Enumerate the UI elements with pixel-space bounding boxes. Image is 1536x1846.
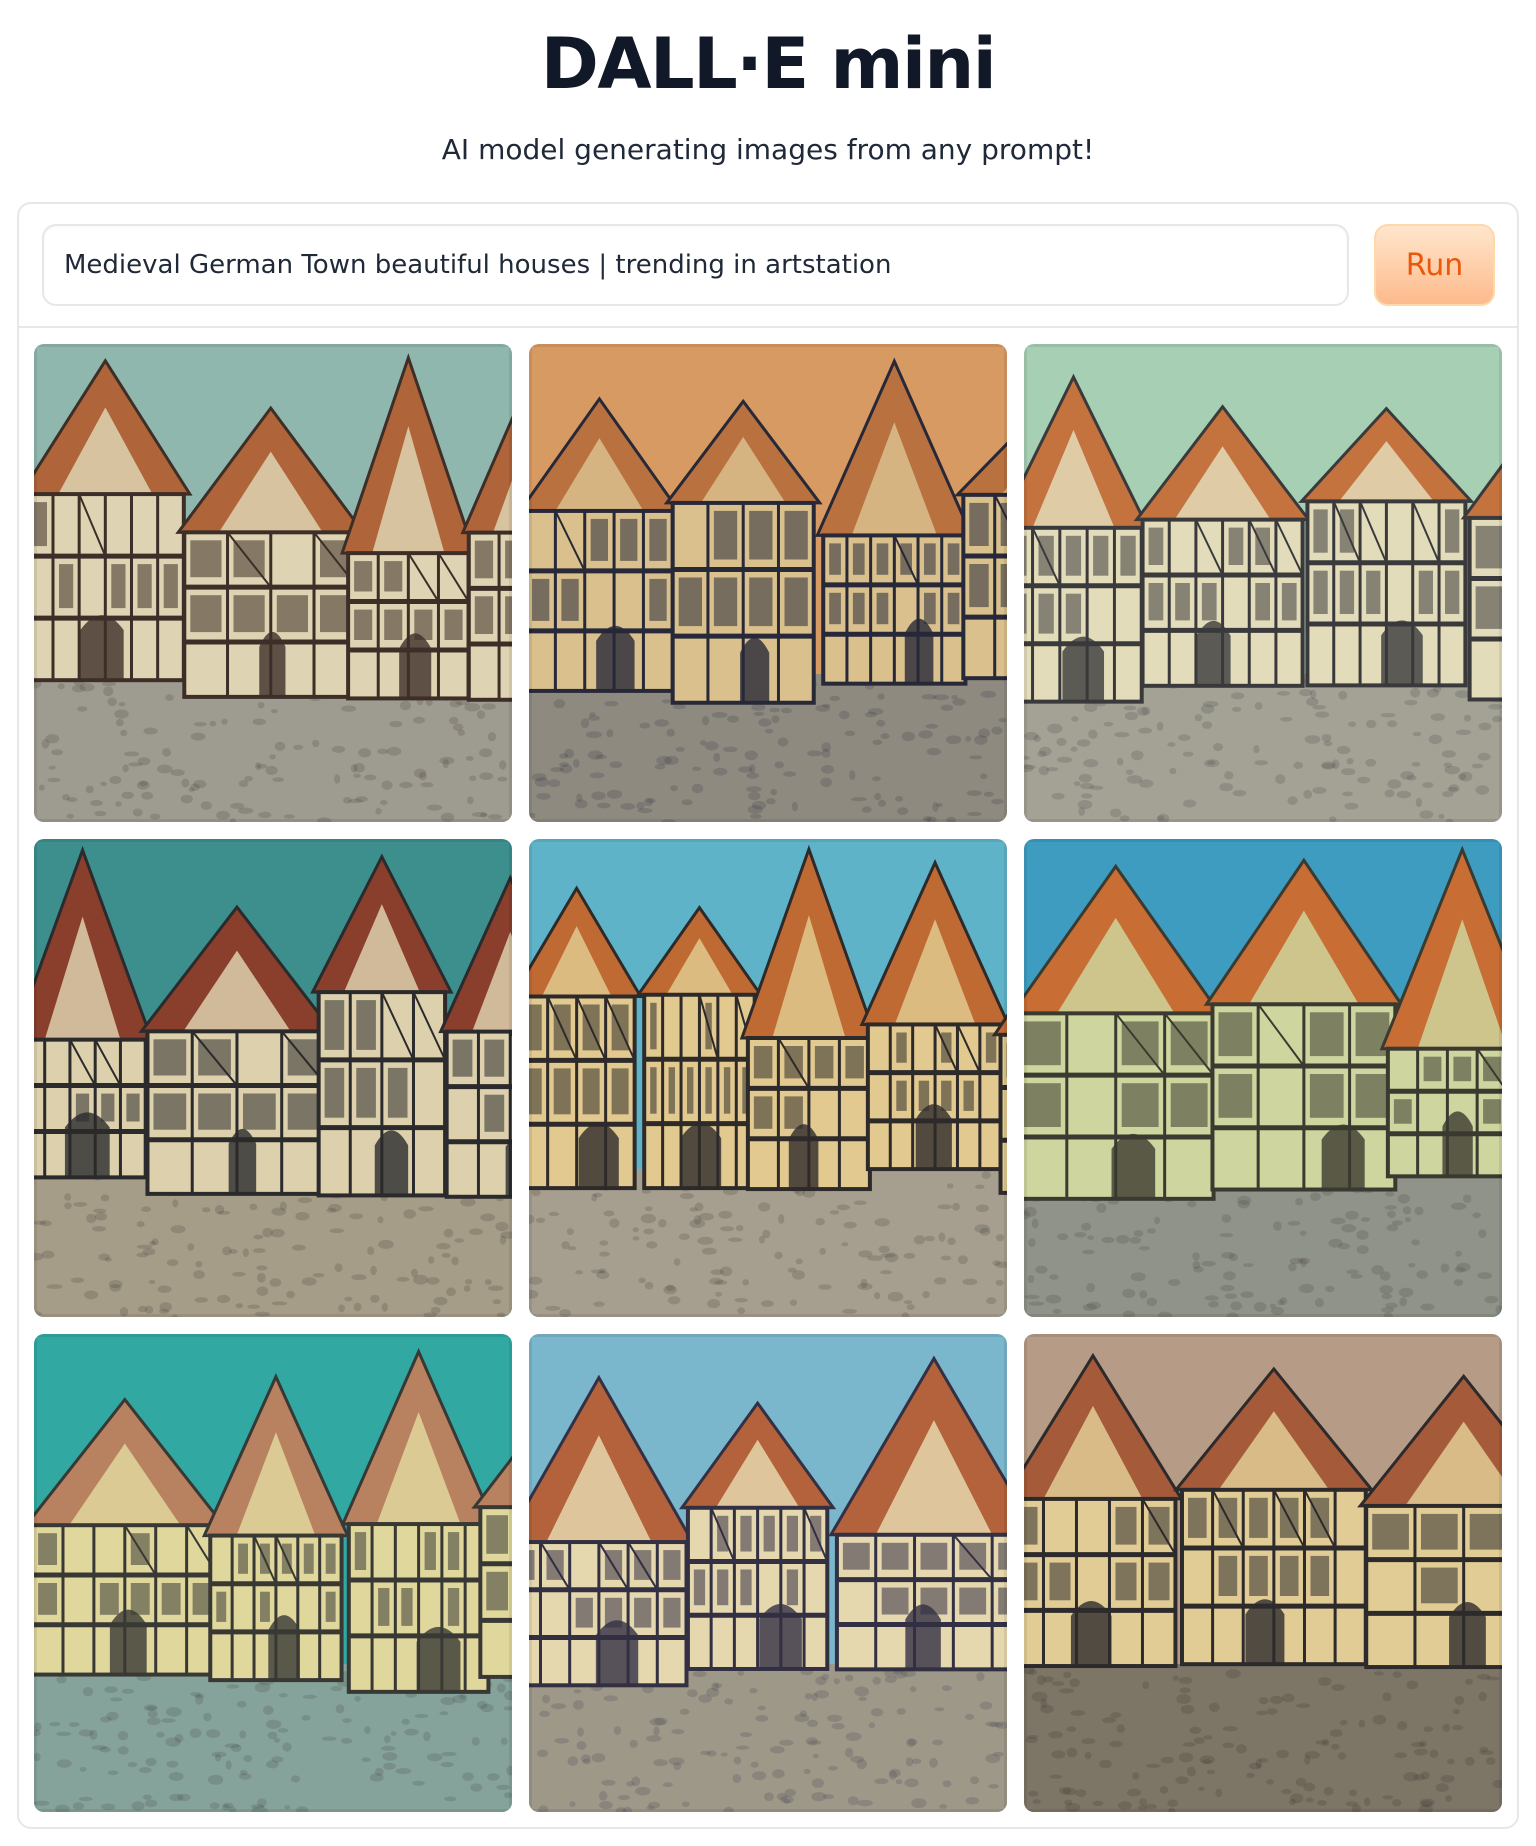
town-illustration [34,344,512,822]
generated-image[interactable] [34,1334,512,1812]
town-illustration [1024,839,1502,1317]
image-gallery [34,344,1504,1814]
town-illustration [529,344,1007,822]
app-subtitle: AI model generating images from any prom… [441,133,1095,166]
run-button[interactable]: Run [1374,224,1495,306]
generated-image[interactable] [529,344,1007,822]
prompt-input[interactable] [42,224,1349,306]
generated-image[interactable] [529,1334,1007,1812]
generated-image[interactable] [1024,1334,1502,1812]
generated-image[interactable] [529,839,1007,1317]
generated-image[interactable] [34,344,512,822]
town-illustration [34,839,512,1317]
town-illustration [34,1334,512,1812]
generator-panel: Run [17,202,1519,1829]
town-illustration [1024,344,1502,822]
prompt-bar: Run [19,204,1517,328]
generated-image[interactable] [34,839,512,1317]
app-title: DALL·E mini [540,23,997,105]
town-illustration [1024,1334,1502,1812]
generated-image[interactable] [1024,344,1502,822]
generated-image[interactable] [1024,839,1502,1317]
town-illustration [529,1334,1007,1812]
town-illustration [529,839,1007,1317]
